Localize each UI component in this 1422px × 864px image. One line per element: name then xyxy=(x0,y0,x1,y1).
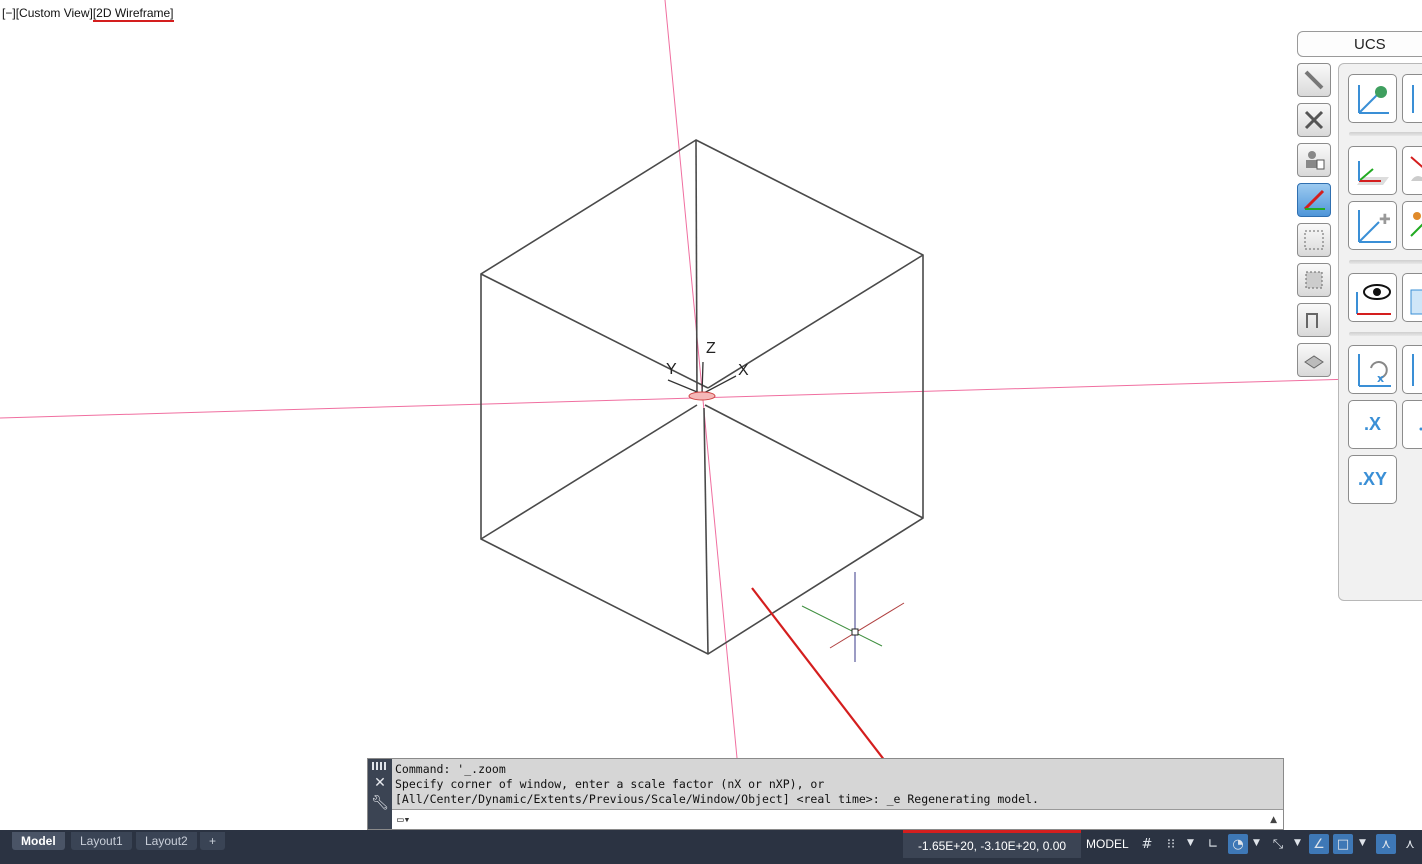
tab-layout1[interactable]: Layout1 xyxy=(71,832,132,850)
ucs-previous-button[interactable] xyxy=(1402,74,1422,123)
history-line: [All/Center/Dynamic/Extents/Previous/Sca… xyxy=(395,792,1039,806)
tab-model[interactable]: Model xyxy=(12,832,65,850)
tools-button[interactable] xyxy=(1297,103,1331,137)
history-line: Specify corner of window, enter a scale … xyxy=(395,777,825,791)
section-button[interactable] xyxy=(1297,303,1331,337)
status-bar: Model Layout1 Layout2 + -1.65E+20, -3.10… xyxy=(0,830,1422,864)
user-list-icon xyxy=(1306,151,1325,170)
ucs-xy-button[interactable]: .XY xyxy=(1348,455,1397,504)
polar-tracking-icon[interactable]: ◔ xyxy=(1228,834,1248,854)
hammer-wrench-icon xyxy=(1304,110,1324,130)
region-select-button[interactable] xyxy=(1297,223,1331,257)
rotate-x-icon: x xyxy=(1357,353,1391,387)
y-filter-icon xyxy=(1419,427,1422,430)
ortho-icon[interactable]: ∟ xyxy=(1203,834,1223,854)
close-icon[interactable]: ✕ xyxy=(374,776,386,790)
annotation-visibility-icon[interactable]: ⋏ xyxy=(1400,834,1420,854)
ucs-face-button[interactable] xyxy=(1348,146,1397,195)
svg-text:✚: ✚ xyxy=(1379,212,1391,228)
svg-text:x: x xyxy=(1377,372,1384,385)
clip-button[interactable] xyxy=(1297,263,1331,297)
ucs-x-label: X xyxy=(738,362,749,379)
model-space-button[interactable]: MODEL xyxy=(1086,834,1129,854)
chevron-down-icon[interactable]: ▼ xyxy=(1187,838,1194,848)
ucs-palette-title[interactable]: UCS xyxy=(1297,31,1422,57)
coordinate-readout[interactable]: -1.65E+20, -3.10E+20, 0.00 xyxy=(903,830,1081,858)
ucs-tool-panel: ✚ x .X .XY xyxy=(1338,63,1422,601)
stack-icon xyxy=(1304,355,1324,369)
chevron-down-icon[interactable]: ▼ xyxy=(1253,838,1260,848)
command-history: Command: '_.zoom Specify corner of window… xyxy=(395,762,1279,807)
ucs-world-button[interactable] xyxy=(1348,74,1397,123)
panel-separator xyxy=(1349,132,1422,136)
object-snap-tracking-icon[interactable]: ⤡ xyxy=(1268,834,1288,854)
layers-button[interactable] xyxy=(1297,343,1331,377)
grid-icon[interactable]: # xyxy=(1137,834,1157,854)
command-line-window: ✕ 🔧︎ Command: '_.zoom Specify corner of w… xyxy=(367,758,1284,830)
user-settings-button[interactable] xyxy=(1297,143,1331,177)
grip-handle-icon[interactable] xyxy=(372,762,388,770)
ucs-y-label: Y xyxy=(666,361,677,378)
ucs-object-icon xyxy=(1409,155,1422,181)
command-input[interactable] xyxy=(410,810,1271,829)
drawing-canvas[interactable]: X Y Z xyxy=(0,0,1422,864)
xy-filter-label: .XY xyxy=(1357,469,1387,489)
dashed-box-icon xyxy=(1304,230,1324,250)
command-prompt-icon[interactable]: ▭▾ xyxy=(397,813,410,826)
draw-tool-button[interactable] xyxy=(1297,63,1331,97)
object-snap-icon[interactable]: □ xyxy=(1333,834,1353,854)
snap-icon[interactable]: ⁝⁝ xyxy=(1161,834,1181,854)
chevron-down-icon[interactable]: ▼ xyxy=(1294,838,1301,848)
pencil-icon xyxy=(1304,70,1324,90)
wrench-icon[interactable]: 🔧︎ xyxy=(371,796,389,810)
lineweight-icon[interactable]: ∠ xyxy=(1309,834,1329,854)
ucs-previous-icon xyxy=(1411,84,1414,113)
ucs-x-button[interactable]: .X xyxy=(1348,400,1397,449)
panel-separator xyxy=(1349,260,1422,264)
ucs-vertical-toolbar xyxy=(1297,63,1333,383)
history-line: Command: '_.zoom xyxy=(395,762,506,776)
ucs-3point-icon xyxy=(1410,289,1422,314)
ucs-object-button[interactable] xyxy=(1402,146,1422,195)
rotate-y-icon xyxy=(1411,353,1414,386)
ucs-rotate-x-button[interactable]: x xyxy=(1348,345,1397,394)
chevron-down-icon[interactable]: ▼ xyxy=(1359,838,1366,848)
ucs-origin-button[interactable]: ✚ xyxy=(1348,201,1397,250)
ucs-axes-icon xyxy=(1303,189,1325,211)
annotation-scale-icon[interactable]: ⋏ xyxy=(1376,834,1396,854)
ucs-zaxis-icon xyxy=(1409,211,1422,237)
eye-icon xyxy=(1355,283,1391,315)
history-up-icon[interactable]: ▲ xyxy=(1270,815,1277,825)
tab-layout2[interactable]: Layout2 xyxy=(136,832,197,850)
ucs-view-button[interactable] xyxy=(1348,273,1397,322)
add-layout-button[interactable]: + xyxy=(200,832,226,850)
world-z-axis-line xyxy=(664,0,738,759)
panel-separator xyxy=(1349,332,1422,336)
command-line-sidebar: ✕ 🔧︎ xyxy=(368,759,392,829)
ucs-icon[interactable] xyxy=(667,361,737,401)
ucs-rotate-y-button[interactable] xyxy=(1402,345,1422,394)
ucs-z-label: Z xyxy=(706,340,716,357)
ucs-origin-icon: ✚ xyxy=(1357,209,1391,243)
clip-box-icon xyxy=(1305,271,1323,289)
ucs-zaxis-button[interactable] xyxy=(1402,201,1422,250)
ucs-face-icon xyxy=(1356,160,1389,185)
ucs-3point-button[interactable] xyxy=(1402,273,1422,322)
x-filter-label: .X xyxy=(1363,414,1381,434)
command-input-row: ▭▾ ▲ xyxy=(392,809,1283,829)
ucs-world-icon xyxy=(1357,84,1389,114)
ucs-y-button[interactable] xyxy=(1402,400,1422,449)
ucs-tool-button[interactable] xyxy=(1297,183,1331,217)
section-icon xyxy=(1306,313,1318,328)
